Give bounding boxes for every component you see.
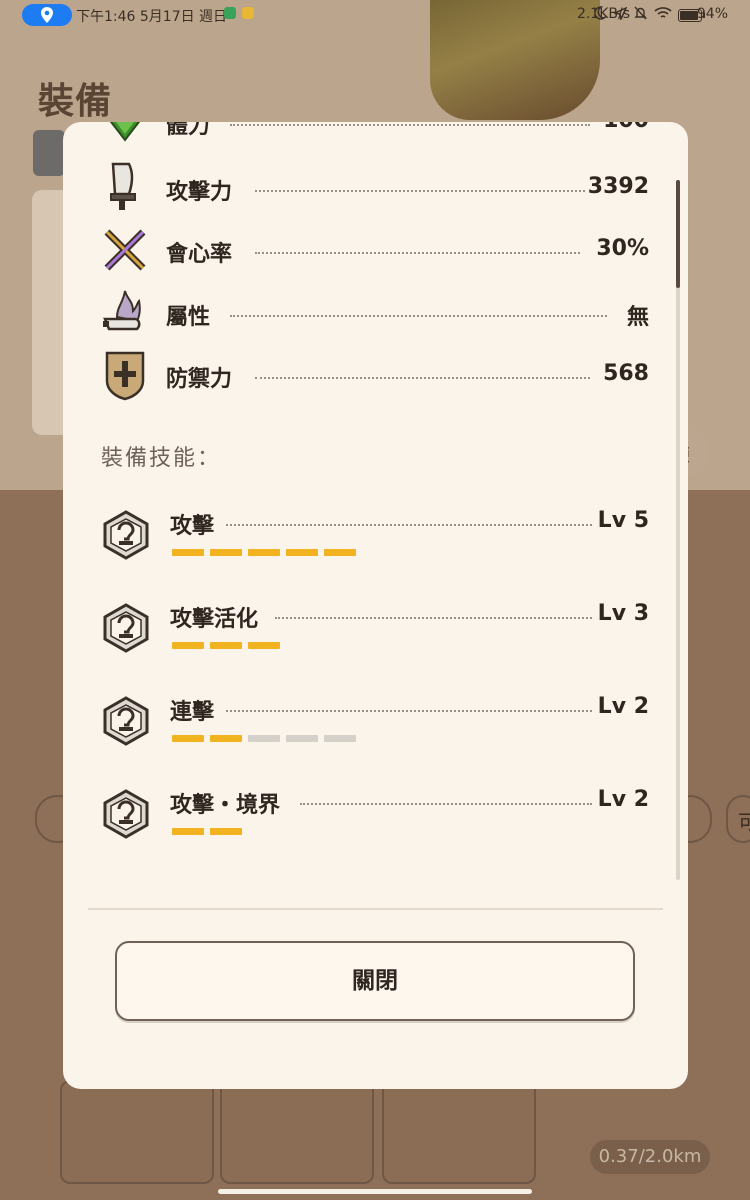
stat-value: 568 [603, 361, 649, 386]
blade-icon [101, 162, 149, 214]
moon-icon [595, 6, 607, 20]
background-card [60, 1080, 214, 1184]
skill-bar-filled [248, 549, 280, 556]
battery-level [680, 11, 698, 20]
equipment-detail-dialog: 體力 100 攻擊力 3392 會心率 30% 屬性 [63, 122, 688, 1089]
stat-dots [255, 377, 590, 379]
skill-name: 攻擊活化 [170, 607, 259, 632]
skill-level-bars [172, 828, 242, 835]
dialog-scroll-area[interactable]: 體力 100 攻擊力 3392 會心率 30% 屬性 [63, 122, 688, 912]
skill-row: 攻擊・境界 Lv 2 [63, 787, 663, 869]
close-button[interactable]: 關閉 [115, 941, 635, 1021]
stat-label: 會心率 [166, 242, 233, 267]
stat-label: 防禦力 [166, 367, 233, 392]
stat-dots [230, 124, 590, 126]
stat-value: 30% [596, 236, 649, 261]
skill-attack-icon [101, 510, 151, 560]
status-time-date: 下午1:46 5月17日 週日 [76, 9, 228, 25]
shield-icon [101, 349, 149, 401]
skill-level: Lv 2 [597, 787, 649, 812]
skill-bar-filled [248, 642, 280, 649]
stat-value: 3392 [587, 174, 649, 199]
skill-level-bars [172, 735, 356, 742]
skill-attack-icon [101, 696, 151, 746]
skill-row: 攻擊 Lv 5 [63, 508, 663, 590]
skill-dots [226, 524, 592, 526]
skill-bar-filled [172, 828, 204, 835]
vpn-app-icon [224, 7, 236, 19]
skill-bar-filled [210, 642, 242, 649]
crossed-blade-icon [101, 224, 149, 276]
stat-value: 無 [626, 305, 649, 330]
skill-bar-empty [324, 735, 356, 742]
battery-percentage: 94% [696, 6, 728, 22]
background-card [382, 1080, 536, 1184]
dialog-divider [88, 908, 663, 910]
skill-attack-icon [101, 603, 151, 653]
skill-dots [275, 617, 592, 619]
wifi-icon [654, 6, 672, 18]
skill-bar-filled [172, 735, 204, 742]
scrollbar-thumb[interactable] [676, 180, 680, 288]
skill-level-bars [172, 549, 356, 556]
location-arrow-icon [614, 6, 627, 20]
skill-bar-filled [210, 735, 242, 742]
skill-name: 連擊 [170, 700, 215, 725]
element-flame-icon [101, 287, 149, 339]
stat-value: 100 [603, 122, 649, 133]
background-card [220, 1080, 374, 1184]
bell-muted-icon [634, 6, 647, 20]
status-icons [595, 6, 672, 20]
background-edge-button: 可 [726, 795, 750, 843]
skill-dots [300, 803, 592, 805]
stat-row-defense: 防禦力 568 [63, 349, 663, 401]
stat-label: 攻擊力 [166, 180, 233, 205]
skill-bar-filled [324, 549, 356, 556]
skill-bar-filled [172, 549, 204, 556]
page-title: 裝備 [38, 81, 113, 122]
skills-section-title: 裝備技能： [101, 446, 222, 471]
skill-name: 攻擊・境界 [170, 793, 281, 818]
stat-row-attack: 攻擊力 3392 [63, 162, 663, 214]
stat-row-affinity: 會心率 30% [63, 224, 663, 276]
dialog-scrollbar[interactable] [676, 180, 680, 880]
distance-badge: 0.37/2.0km [590, 1140, 710, 1174]
stat-dots [255, 252, 580, 254]
skill-name: 攻擊 [170, 514, 215, 539]
stat-label: 體力 [166, 122, 211, 139]
notification-app-icon [242, 7, 254, 19]
skill-bar-empty [286, 735, 318, 742]
skill-level: Lv 3 [597, 601, 649, 626]
skill-level: Lv 5 [597, 508, 649, 533]
skill-level: Lv 2 [597, 694, 649, 719]
skill-attack-icon [101, 789, 151, 839]
background-tab [33, 130, 65, 176]
skill-bar-filled [172, 642, 204, 649]
stat-label: 屬性 [166, 305, 211, 330]
skill-row: 攻擊活化 Lv 3 [63, 601, 663, 683]
skill-row: 連擊 Lv 2 [63, 694, 663, 776]
skill-level-bars [172, 642, 280, 649]
skill-bar-filled [286, 549, 318, 556]
skill-bar-empty [248, 735, 280, 742]
skill-bar-filled [210, 549, 242, 556]
stat-row-stamina: 體力 100 [63, 122, 663, 148]
location-pin-icon [41, 7, 53, 23]
green-triangle-icon [101, 122, 149, 148]
stat-dots [255, 190, 585, 192]
home-indicator[interactable] [218, 1189, 532, 1194]
status-bar: 下午1:46 5月17日 週日 2.1KB/s 94% [0, 0, 750, 30]
stat-row-element: 屬性 無 [63, 287, 663, 339]
skill-dots [226, 710, 592, 712]
stat-dots [230, 315, 607, 317]
location-indicator [22, 4, 72, 26]
skill-bar-filled [210, 828, 242, 835]
